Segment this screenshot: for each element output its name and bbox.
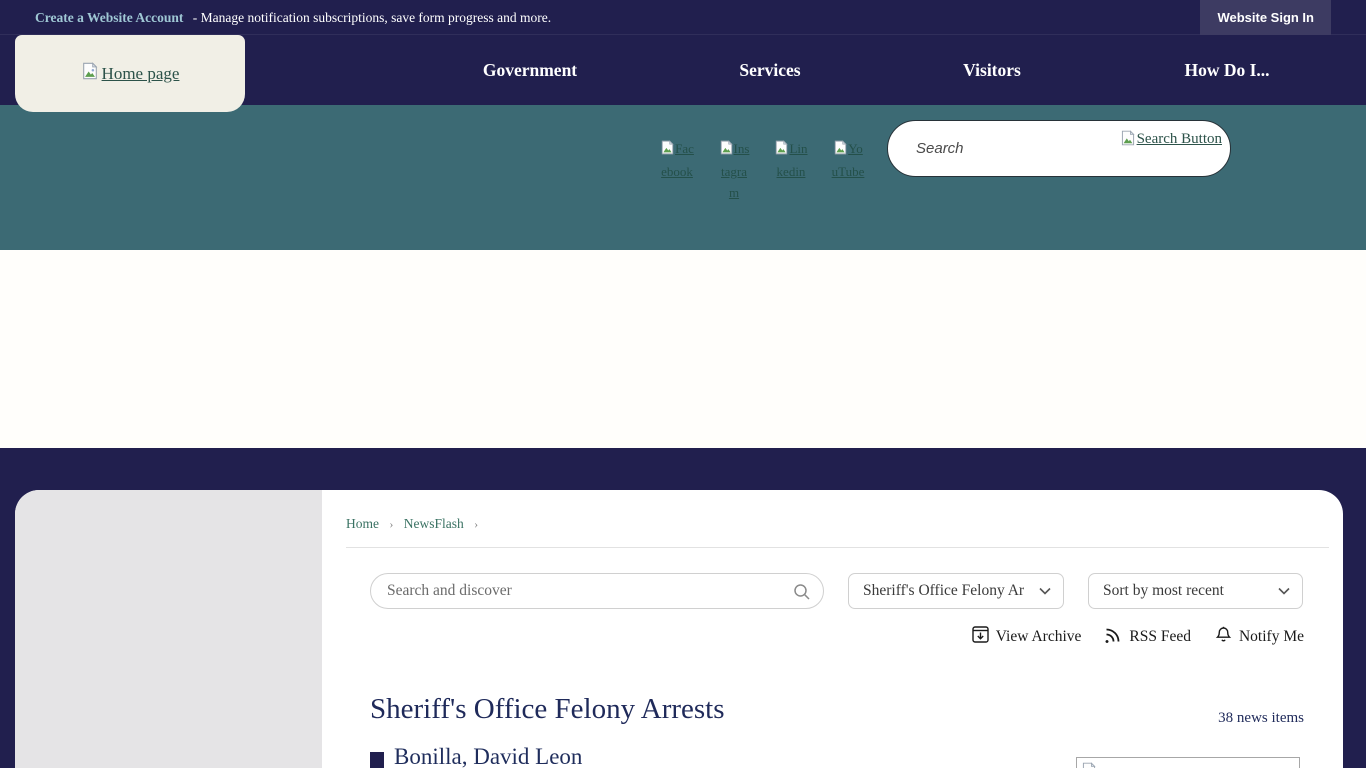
- rss-icon: [1105, 626, 1122, 648]
- account-promo: Create a Website Account - Manage notifi…: [35, 0, 551, 35]
- site-search: Search Button: [887, 120, 1231, 177]
- broken-image-icon: [833, 140, 848, 161]
- category-dropdown-value: Sheriff's Office Felony Ar: [863, 582, 1024, 600]
- broken-image-icon: [1120, 130, 1136, 151]
- breadcrumb-newsflash[interactable]: NewsFlash: [404, 516, 464, 531]
- header-band: Facebook Instagram Linkedin YouTube Sear…: [0, 105, 1366, 250]
- site-search-input[interactable]: [916, 121, 1106, 176]
- rss-feed-link[interactable]: RSS Feed: [1105, 626, 1191, 648]
- divider: [346, 547, 1329, 548]
- nav-item-services[interactable]: Services: [739, 35, 800, 105]
- view-archive-label: View Archive: [996, 628, 1082, 646]
- sidebar: [15, 490, 322, 768]
- page: Create a Website Account - Manage notifi…: [0, 0, 1366, 768]
- main-content: Home › NewsFlash › Sheriff's Office Felo…: [322, 490, 1343, 768]
- search-icon[interactable]: [793, 583, 811, 606]
- breadcrumb-home[interactable]: Home: [346, 516, 379, 531]
- create-account-link[interactable]: Create a Website Account: [35, 10, 183, 25]
- newsflash-search: [370, 573, 824, 609]
- news-item-title[interactable]: Bonilla, David Leon: [394, 744, 582, 768]
- nav-item-government[interactable]: Government: [483, 35, 577, 105]
- home-logo-label: Home page: [102, 64, 180, 84]
- linkedin-link[interactable]: Linkedin: [774, 138, 808, 182]
- facebook-link[interactable]: Facebook: [660, 138, 694, 182]
- view-archive-link[interactable]: View Archive: [972, 626, 1082, 648]
- nav-item-visitors[interactable]: Visitors: [963, 35, 1021, 105]
- broken-image-icon: [719, 140, 734, 161]
- account-tagline: - Manage notification subscriptions, sav…: [193, 10, 551, 25]
- top-utility-bar: Create a Website Account - Manage notifi…: [0, 0, 1366, 35]
- content-card: Home › NewsFlash › Sheriff's Office Felo…: [15, 490, 1343, 768]
- newsflash-search-input[interactable]: [387, 574, 777, 608]
- broken-image-icon: [660, 140, 675, 161]
- sort-dropdown[interactable]: Sort by most recent: [1088, 573, 1303, 609]
- archive-icon: [972, 626, 989, 648]
- breadcrumb: Home › NewsFlash ›: [346, 516, 485, 532]
- broken-image-icon: [1081, 762, 1097, 768]
- site-search-button[interactable]: Search Button: [1120, 130, 1222, 151]
- news-actions: View Archive RSS Feed Notify Me: [972, 626, 1304, 648]
- category-dropdown[interactable]: Sheriff's Office Felony Ar: [848, 573, 1064, 609]
- item-bullet: [370, 752, 384, 768]
- website-sign-in-button[interactable]: Website Sign In: [1200, 0, 1331, 35]
- site-search-button-label: Search Button: [1137, 131, 1222, 147]
- broken-image-icon: [81, 62, 99, 85]
- home-logo-link[interactable]: Home page: [15, 35, 245, 112]
- breadcrumb-separator: ›: [389, 517, 393, 531]
- nav-item-how-do-i[interactable]: How Do I...: [1184, 35, 1269, 105]
- breadcrumb-separator: ›: [474, 517, 478, 531]
- broken-image-icon: [774, 140, 789, 161]
- page-title: Sheriff's Office Felony Arrests: [370, 693, 725, 726]
- chevron-down-icon: [1039, 582, 1051, 600]
- spacer-band: [0, 250, 1366, 448]
- instagram-link[interactable]: Instagram: [717, 138, 751, 203]
- chevron-down-icon: [1278, 582, 1290, 600]
- youtube-link[interactable]: YouTube: [831, 138, 865, 182]
- sort-dropdown-value: Sort by most recent: [1103, 582, 1224, 600]
- notify-me-label: Notify Me: [1239, 628, 1304, 646]
- bell-icon: [1215, 626, 1232, 648]
- notify-me-link[interactable]: Notify Me: [1215, 626, 1304, 648]
- rss-feed-label: RSS Feed: [1129, 628, 1191, 646]
- news-item-image: [1076, 757, 1300, 768]
- news-count: 38 news items: [1218, 710, 1304, 727]
